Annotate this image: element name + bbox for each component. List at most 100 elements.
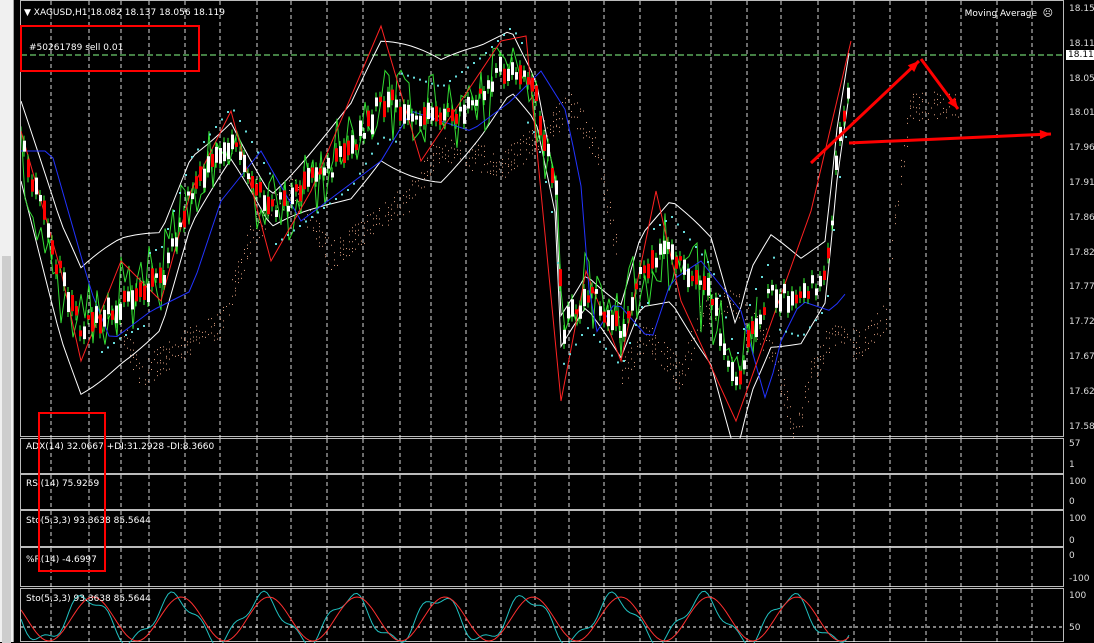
parabolic-sar-dot (593, 334, 595, 336)
cloud-dot (403, 194, 404, 196)
cloud-dot (187, 331, 188, 333)
candle (367, 110, 370, 127)
cloud-dot (607, 211, 608, 213)
cloud-dot (835, 344, 836, 346)
cloud-dot (799, 412, 800, 414)
cloud-dot (409, 197, 410, 199)
cloud-dot (685, 359, 686, 361)
cloud-dot (718, 297, 719, 299)
candle (731, 362, 734, 382)
rsi-pane[interactable]: RSI(14) 75.9259 (20, 474, 1064, 511)
cloud-dot (661, 364, 662, 366)
scrollbar-thumb[interactable] (2, 256, 11, 643)
cloud-dot (556, 113, 557, 115)
parabolic-sar-dot (221, 118, 223, 121)
vertical-scrollbar[interactable] (0, 0, 14, 643)
cloud-dot (682, 373, 683, 375)
candle (423, 107, 426, 125)
cloud-dot (643, 352, 644, 354)
cloud-dot (634, 365, 635, 367)
cloud-dot (205, 336, 206, 338)
cloud-dot (166, 355, 167, 357)
candle (303, 171, 306, 190)
cloud-dot (784, 384, 785, 386)
parabolic-sar-dot (509, 28, 511, 30)
cloud-dot (475, 150, 476, 152)
cloud-dot (289, 180, 290, 182)
parabolic-sar-dot (365, 162, 367, 165)
cloud-dot (556, 119, 557, 121)
cloud-dot (454, 157, 455, 159)
cloud-dot (355, 239, 356, 241)
candle (291, 187, 294, 205)
cloud-dot (865, 329, 866, 331)
cloud-dot (820, 356, 821, 358)
cloud-dot (829, 337, 830, 339)
cloud-dot (160, 369, 161, 371)
cloud-dot (169, 358, 170, 360)
current-price-marker: 18.119 (1066, 50, 1094, 60)
parabolic-sar-dot (209, 133, 211, 136)
cloud-dot (184, 345, 185, 347)
candle (459, 106, 462, 112)
cloud-dot (124, 340, 125, 342)
cloud-dot (496, 174, 497, 176)
stochastic2-pane[interactable]: Sto(5,3,3) 93.3638 85.5644 (20, 588, 1065, 643)
parabolic-sar-dot (557, 262, 559, 264)
cloud-dot (952, 114, 953, 116)
cloud-dot (490, 161, 491, 163)
cloud-dot (832, 333, 833, 335)
parabolic-sar-dot (731, 338, 733, 340)
cloud-dot (484, 145, 485, 147)
cloud-dot (352, 247, 353, 249)
cloud-dot (340, 254, 341, 256)
cloud-dot (811, 372, 812, 374)
cloud-dot (514, 153, 515, 155)
candle (487, 80, 490, 89)
candle (455, 113, 458, 124)
cloud-dot (625, 367, 626, 369)
cloud-dot (823, 362, 824, 364)
candle (407, 104, 410, 121)
cloud-dot (193, 336, 194, 338)
candle (451, 109, 454, 122)
cloud-dot (376, 223, 377, 225)
cloud-dot (442, 151, 443, 153)
candle (175, 237, 178, 247)
cloud-dot (745, 319, 746, 321)
cloud-dot (220, 328, 221, 330)
dropdown-triangle-icon[interactable]: ▼ (24, 8, 31, 18)
cloud-dot (889, 288, 890, 290)
smiley-icon[interactable]: ☹ (1043, 8, 1053, 19)
cloud-dot (484, 150, 485, 152)
cloud-dot (688, 368, 689, 370)
cloud-dot (940, 102, 941, 104)
cloud-dot (352, 227, 353, 229)
candle (703, 276, 706, 291)
cloud-dot (298, 186, 299, 188)
cloud-dot (148, 369, 149, 371)
cloud-dot (253, 229, 254, 231)
williams-pane[interactable]: %R(14) -4.6997 (20, 547, 1064, 588)
candle (443, 108, 446, 121)
cloud-dot (160, 347, 161, 349)
stochastic-pane[interactable]: Sto(5,3,3) 93.3638 85.5644 (20, 510, 1064, 548)
cloud-dot (745, 304, 746, 306)
cloud-dot (556, 124, 557, 126)
cloud-dot (478, 154, 479, 156)
cloud-dot (568, 99, 569, 101)
cloud-dot (436, 153, 437, 155)
cloud-dot (853, 328, 854, 330)
cloud-dot (253, 237, 254, 239)
candle (359, 120, 362, 136)
cloud-dot (853, 341, 854, 343)
cloud-dot (166, 357, 167, 359)
cloud-dot (187, 341, 188, 343)
cloud-dot (136, 354, 137, 356)
candle (299, 185, 302, 202)
cloud-dot (229, 303, 230, 305)
cloud-dot (577, 102, 578, 104)
cloud-dot (760, 330, 761, 332)
adx-pane[interactable]: ADX(14) 32.0667 +DI:31.2928 -DI:8.3660 (20, 438, 1064, 475)
cloud-dot (907, 118, 908, 120)
